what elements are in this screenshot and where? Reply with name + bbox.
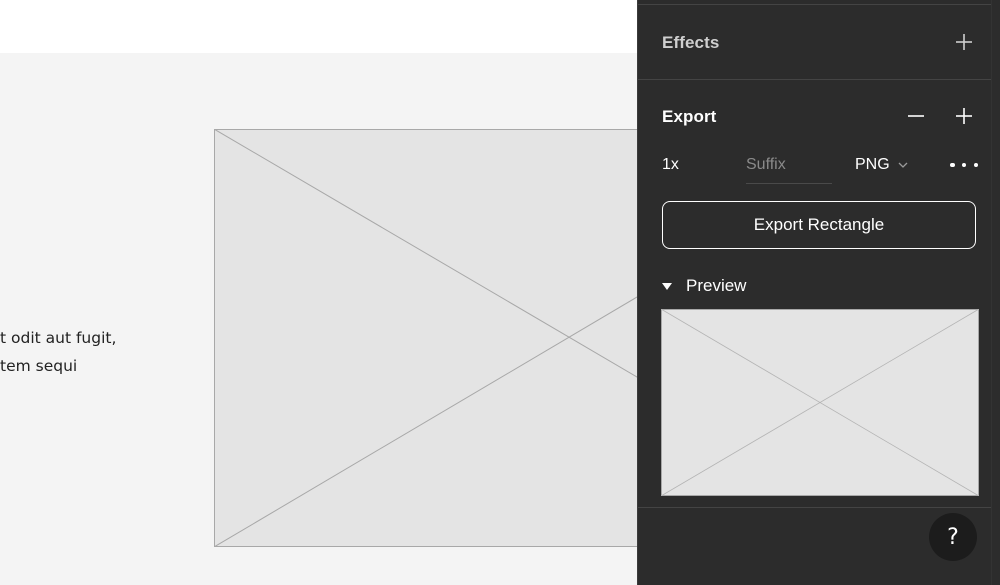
more-horizontal-icon bbox=[950, 162, 955, 168]
triangle-down-icon bbox=[662, 282, 672, 290]
export-format-label: PNG bbox=[855, 156, 890, 173]
export-rectangle-button[interactable]: Export Rectangle bbox=[662, 201, 976, 249]
preview-toggle[interactable]: Preview bbox=[662, 274, 746, 298]
add-effect-button[interactable] bbox=[951, 29, 977, 55]
export-scale-select[interactable]: 1x bbox=[662, 156, 679, 174]
export-preview-image bbox=[661, 309, 979, 496]
divider bbox=[638, 79, 993, 80]
body-paragraph: t odit aut fugit, tem sequi bbox=[0, 324, 200, 380]
suffix-input-field[interactable] bbox=[746, 148, 832, 182]
properties-panel: Effects Export 1x PNG Export Rectangle bbox=[637, 0, 1000, 585]
more-options-button[interactable] bbox=[950, 153, 978, 177]
preview-label: Preview bbox=[686, 276, 747, 295]
canvas-top-area bbox=[0, 0, 637, 53]
remove-export-button[interactable] bbox=[903, 103, 929, 129]
minus-icon bbox=[908, 115, 924, 117]
export-format-select[interactable]: PNG bbox=[855, 152, 908, 178]
add-export-button[interactable] bbox=[951, 103, 977, 129]
plus-icon bbox=[956, 34, 972, 50]
panel-scrollbar[interactable] bbox=[991, 0, 1000, 585]
divider bbox=[638, 4, 993, 5]
help-question-icon: ? bbox=[947, 524, 959, 550]
divider bbox=[638, 507, 993, 508]
body-text-line-1: t odit aut fugit, bbox=[0, 329, 117, 347]
export-section-title: Export bbox=[662, 107, 717, 126]
chevron-down-icon bbox=[898, 162, 908, 168]
plus-icon bbox=[956, 108, 972, 124]
body-text-line-2: tem sequi bbox=[0, 357, 78, 375]
image-placeholder-rectangle[interactable] bbox=[214, 129, 654, 547]
suffix-input[interactable] bbox=[746, 148, 832, 184]
effects-section-title: Effects bbox=[662, 33, 720, 52]
help-button[interactable]: ? bbox=[929, 513, 977, 561]
